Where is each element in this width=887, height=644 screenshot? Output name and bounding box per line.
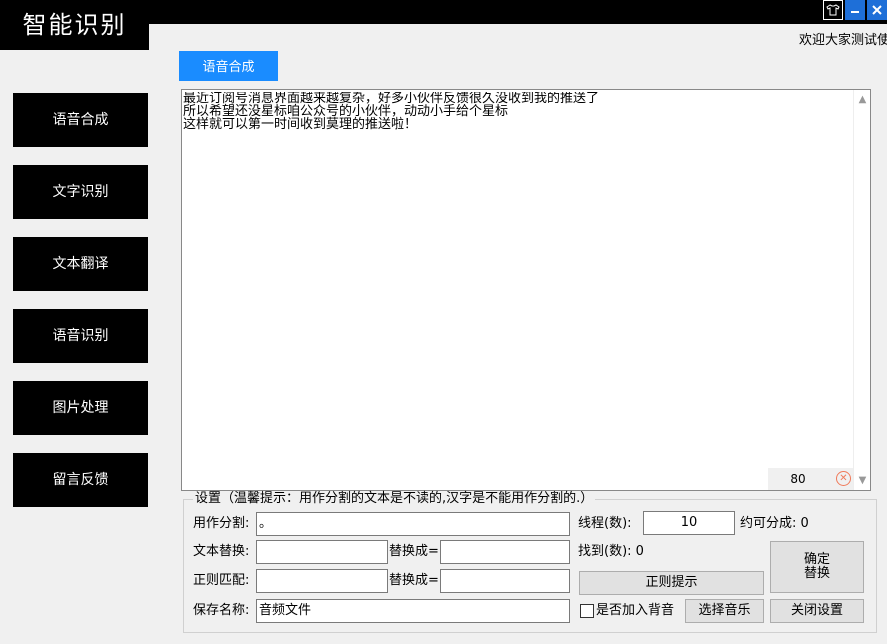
skin-icon[interactable] <box>823 0 843 20</box>
sidebar-item-speech-synthesis[interactable]: 语音合成 <box>13 93 148 147</box>
bgm-checkbox[interactable] <box>580 604 594 618</box>
settings-legend: 设置（温馨提示：用作分割的文本是不读的,汉字是不能用作分割的.） <box>193 491 596 507</box>
welcome-text: 欢迎大家测试使用 <box>799 33 887 48</box>
threads-label: 线程(数): <box>578 516 632 531</box>
counter-area: 80 ✕ <box>768 468 853 490</box>
sidebar-item-feedback[interactable]: 留言反馈 <box>13 453 148 507</box>
regex-hint-button[interactable]: 正则提示 <box>579 571 764 595</box>
segments-label: 约可分成: 0 <box>740 516 809 531</box>
clear-icon[interactable]: ✕ <box>836 471 851 486</box>
replace-label: 文本替换: <box>193 544 250 559</box>
minimize-icon[interactable] <box>845 0 865 20</box>
text-editor[interactable]: 最近订阅号消息界面越来越复杂，好多小伙伴反馈很久没收到我的推送了 所以希望还没星… <box>181 89 871 491</box>
window-controls <box>823 0 887 22</box>
choose-music-button[interactable]: 选择音乐 <box>685 599 764 623</box>
sidebar-item-text-recognition[interactable]: 文字识别 <box>13 165 148 219</box>
regex-replace-label: 替换成= <box>389 573 439 588</box>
sidebar-item-speech-recognition[interactable]: 语音识别 <box>13 309 148 363</box>
confirm-replace-line1: 确定 <box>803 552 830 567</box>
tab-speech-synthesis[interactable]: 语音合成 <box>179 51 278 81</box>
replace-with-input[interactable] <box>440 540 570 564</box>
regex-replace-input[interactable] <box>440 569 570 593</box>
regex-input[interactable] <box>256 569 388 593</box>
found-label: 找到(数): 0 <box>578 544 644 559</box>
regex-label: 正则匹配: <box>193 573 250 588</box>
confirm-replace-button[interactable]: 确定 替换 <box>770 541 864 593</box>
save-name-input[interactable]: 音频文件 <box>256 599 570 623</box>
char-count: 80 <box>790 472 806 486</box>
editor-text[interactable]: 最近订阅号消息界面越来越复杂，好多小伙伴反馈很久没收到我的推送了 所以希望还没星… <box>183 92 853 131</box>
replace-input[interactable] <box>256 540 388 564</box>
sidebar-item-image-processing[interactable]: 图片处理 <box>13 381 148 435</box>
editor-scrollbar[interactable]: ▲ ▼ <box>853 90 870 490</box>
split-label: 用作分割: <box>193 516 250 531</box>
close-settings-button[interactable]: 关闭设置 <box>770 599 864 623</box>
close-icon[interactable] <box>867 0 887 20</box>
sidebar-item-text-translation[interactable]: 文本翻译 <box>13 237 148 291</box>
split-input[interactable]: 。 <box>256 512 570 536</box>
save-name-label: 保存名称: <box>193 603 250 618</box>
confirm-replace-line2: 替换 <box>803 566 830 581</box>
scroll-down-icon[interactable]: ▼ <box>854 475 871 486</box>
bgm-checkbox-label: 是否加入背音 <box>596 603 675 618</box>
replace-with-label: 替换成= <box>389 544 439 559</box>
scroll-up-icon[interactable]: ▲ <box>854 94 871 105</box>
threads-input[interactable]: 10 <box>643 511 735 535</box>
app-title: 智能识别 <box>0 0 149 50</box>
